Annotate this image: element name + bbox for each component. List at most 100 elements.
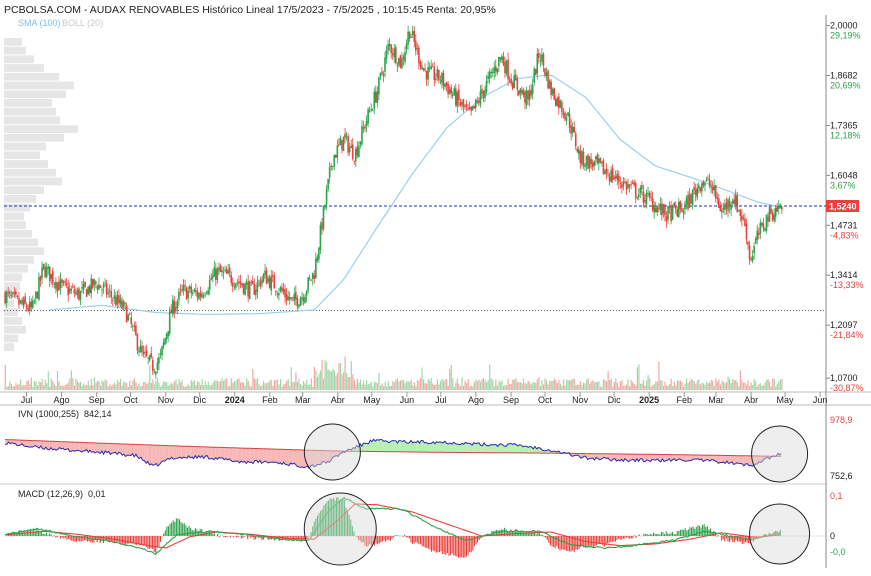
candle-body — [640, 188, 642, 194]
volume-bar — [598, 381, 599, 390]
volume-bar — [694, 381, 695, 390]
volume-bar — [661, 380, 662, 390]
candle-body — [174, 301, 176, 313]
candle-body — [610, 170, 612, 182]
candle-body — [644, 200, 646, 202]
macd-histogram-bar — [601, 536, 602, 544]
volume-bar — [294, 382, 295, 390]
volume-bar — [212, 383, 213, 390]
candle-body — [503, 57, 505, 65]
macd-histogram-bar — [52, 536, 53, 537]
volume-bar — [449, 369, 450, 390]
candle-body — [650, 197, 652, 198]
candle-body — [237, 282, 239, 283]
candle-body — [357, 147, 359, 155]
volume-bar — [103, 382, 104, 390]
volume-bar — [9, 382, 10, 390]
candle-body — [298, 305, 300, 307]
macd-histogram-bar — [68, 536, 69, 539]
ivn-fill — [301, 450, 303, 467]
volume-bar — [323, 379, 324, 390]
candle-body — [760, 223, 762, 234]
candle-body — [143, 352, 145, 354]
volume-profile-bar — [4, 195, 36, 203]
candle-body — [712, 187, 714, 190]
volume-bar — [226, 378, 227, 390]
volume-profile-bar — [4, 90, 66, 98]
macd-histogram-bar — [550, 536, 551, 545]
volume-bar — [594, 382, 595, 390]
macd-histogram-bar — [422, 536, 423, 546]
candle-body — [464, 106, 466, 107]
volume-bar — [521, 383, 522, 390]
ivn-fill — [401, 441, 403, 452]
volume-bar — [731, 383, 732, 390]
volume-bar — [182, 380, 183, 390]
candle-body — [309, 278, 311, 279]
candle-body — [112, 300, 114, 301]
candle-body — [418, 48, 420, 64]
candle-body — [134, 326, 136, 327]
candle-body — [14, 292, 16, 294]
ivn-fill — [149, 445, 151, 465]
volume-bar — [421, 368, 422, 390]
volume-bar — [378, 373, 379, 390]
candle-body — [660, 204, 662, 210]
macd-histogram-bar — [233, 536, 234, 537]
volume-bar — [145, 382, 146, 390]
candle-body — [221, 270, 223, 272]
candle-body — [723, 208, 725, 210]
macd-histogram-bar — [456, 536, 457, 557]
macd-histogram-bar — [685, 528, 686, 536]
candle-body — [426, 71, 428, 80]
volume-bar — [392, 381, 393, 390]
ivn-fill — [297, 450, 299, 467]
candle-body — [360, 142, 362, 145]
volume-bar — [77, 381, 78, 390]
candle-body — [444, 84, 446, 87]
volume-bar — [465, 381, 466, 390]
candle-body — [484, 89, 486, 98]
ivn-fill — [722, 455, 724, 462]
volume-bar — [188, 384, 189, 390]
volume-bar — [311, 379, 312, 390]
candle-body — [318, 248, 320, 260]
candle-body — [92, 279, 94, 288]
volume-bar — [231, 378, 232, 390]
candle-body — [94, 280, 96, 285]
candle-body — [477, 101, 479, 103]
candle-body — [292, 297, 294, 298]
macd-histogram-bar — [452, 536, 453, 553]
macd-histogram-bar — [437, 536, 438, 552]
macd-histogram-bar — [571, 536, 572, 552]
candle-body — [457, 92, 459, 107]
ivn-fill — [73, 442, 75, 451]
volume-bar — [669, 384, 670, 390]
macd-histogram-bar — [471, 536, 472, 552]
volume-bar — [88, 381, 89, 390]
candle-body — [530, 89, 532, 95]
candle-body — [180, 289, 182, 290]
volume-bar — [251, 387, 252, 390]
macd-histogram-bar — [17, 534, 18, 536]
candle-body — [240, 281, 242, 283]
candle-body — [164, 338, 166, 344]
pct-tick-label: 29,19% — [830, 31, 861, 41]
candle-body — [536, 54, 538, 73]
month-tick-label: Mar — [708, 395, 724, 405]
volume-bar — [102, 380, 103, 390]
candle-body — [137, 334, 139, 350]
ivn-fill — [384, 441, 386, 452]
volume-bar — [349, 377, 350, 390]
volume-bar — [380, 385, 381, 390]
candle-body — [190, 287, 192, 294]
candle-body — [590, 159, 592, 164]
ivn-fill — [377, 440, 379, 452]
candle-body — [75, 292, 77, 293]
volume-bar — [105, 379, 106, 390]
volume-bar — [680, 381, 681, 390]
volume-profile-bar — [4, 239, 38, 247]
candle-body — [189, 286, 191, 289]
month-tick-label: Ago — [54, 395, 70, 405]
candle-body — [550, 82, 552, 95]
